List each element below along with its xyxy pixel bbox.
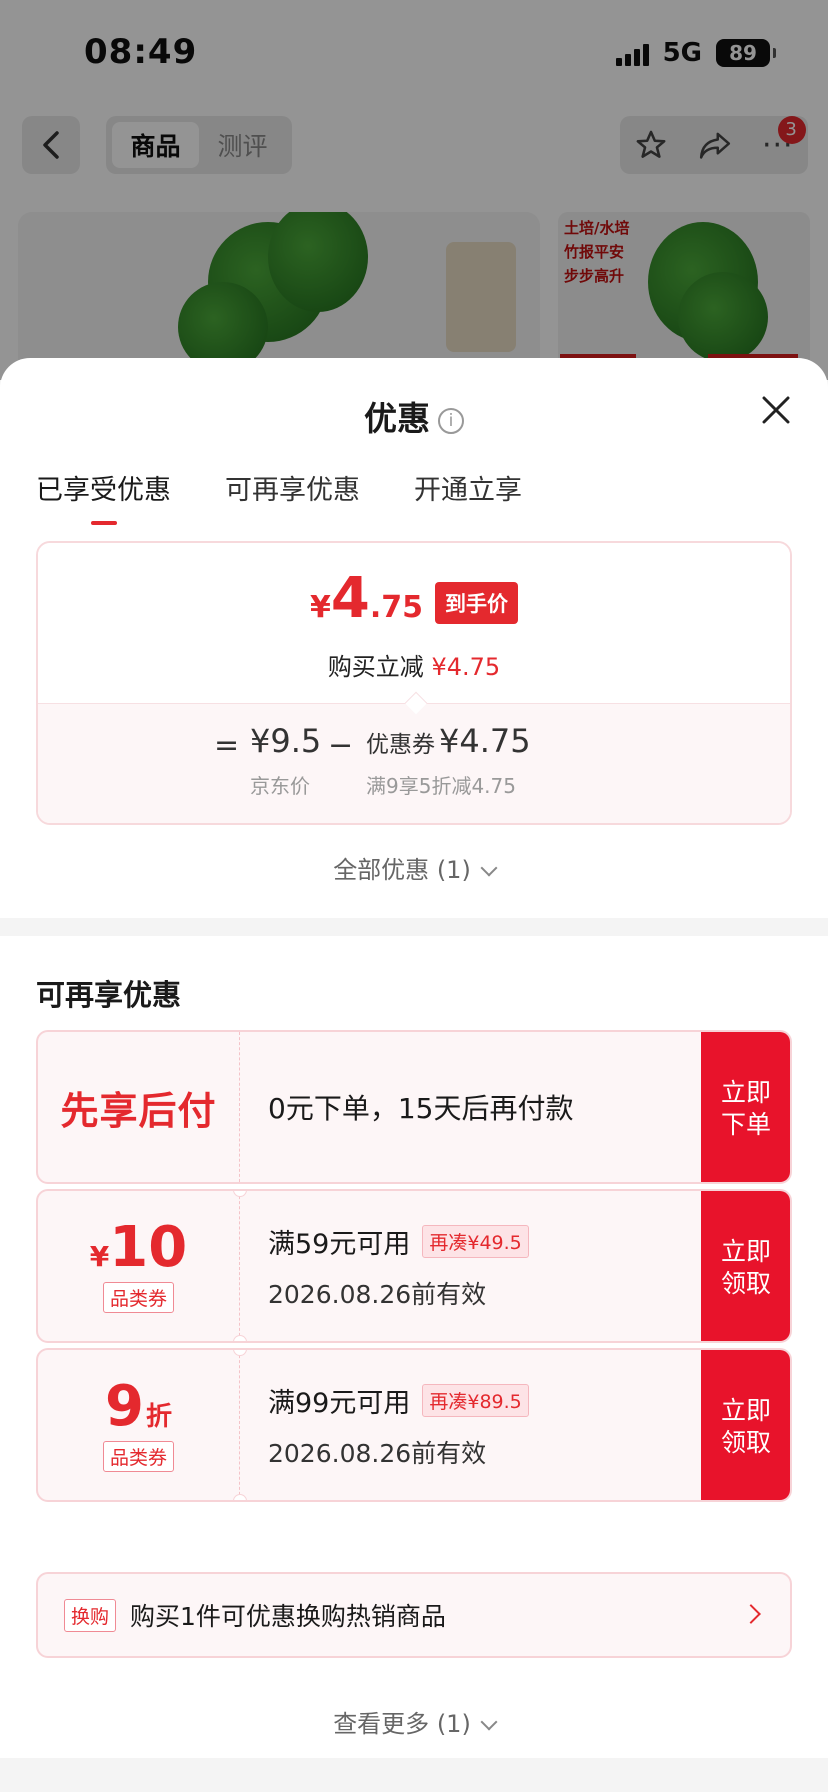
active-tab-indicator bbox=[90, 521, 117, 525]
chevron-down-icon bbox=[480, 1713, 498, 1731]
price-breakdown: = ¥9.5 京东价 − 优惠券 ¥4.75 满9享5折减4.75 bbox=[38, 703, 790, 823]
coupon-info: 满99元可用 再凑¥89.5 2026.08.26前有效 bbox=[268, 1350, 529, 1500]
price-currency: ¥ bbox=[310, 590, 331, 625]
claim-coupon-button[interactable]: 立即 领取 bbox=[701, 1191, 790, 1341]
coupon-gap-tag: 再凑¥49.5 bbox=[422, 1224, 529, 1258]
coupon-symbol: ¥ bbox=[89, 1239, 110, 1273]
coupon-value-block: ¥ 10 品类券 bbox=[38, 1191, 240, 1341]
offers-sheet: 优惠 i 已享受优惠 可再享优惠 开通立享 ¥ 4 .75 到手价 购买立减 ¥4… bbox=[0, 358, 828, 1792]
coupon-validity: 2026.08.26前有效 bbox=[268, 1279, 487, 1309]
equals-sign: = bbox=[214, 728, 240, 763]
all-offers-toggle[interactable]: 全部优惠 (1) bbox=[0, 850, 828, 885]
coupon-condition: 满59元可用 再凑¥49.5 bbox=[268, 1222, 529, 1261]
jd-price-label: 京东价 bbox=[250, 774, 310, 798]
coupon-desc: 满9享5折减4.75 bbox=[366, 774, 516, 798]
bottom-strip bbox=[0, 1758, 828, 1792]
coupon-value-block: 9 折 品类券 bbox=[38, 1350, 240, 1500]
tab-label: 开通立享 bbox=[414, 475, 522, 506]
bnpl-desc: 0元下单，15天后再付款 bbox=[268, 1092, 574, 1125]
section-divider bbox=[0, 918, 828, 936]
claim-coupon-button[interactable]: 立即 领取 bbox=[701, 1350, 790, 1500]
card-punch bbox=[233, 1191, 247, 1197]
price-decimal: .75 bbox=[369, 590, 423, 625]
button-label: 下单 bbox=[720, 1110, 771, 1139]
coupon-condition: 满99元可用 再凑¥89.5 bbox=[268, 1381, 529, 1420]
button-label: 领取 bbox=[720, 1269, 771, 1298]
coupon-condition-text: 满99元可用 bbox=[268, 1387, 411, 1419]
instant-discount-value: ¥4.75 bbox=[431, 653, 501, 681]
card-punch bbox=[233, 1350, 247, 1356]
trade-in-tag: 换购 bbox=[64, 1598, 117, 1632]
coupon-number: 9 bbox=[105, 1373, 144, 1439]
instant-discount-label: 购买立减 bbox=[327, 653, 424, 681]
trade-in-offer[interactable]: 换购 购买1件可优惠换购热销商品 bbox=[36, 1572, 792, 1658]
tab-label: 已享受优惠 bbox=[36, 475, 171, 506]
jd-price: ¥9.5 bbox=[250, 722, 322, 760]
card-punch bbox=[233, 1335, 247, 1341]
see-more-label: 查看更多 (1) bbox=[333, 1710, 471, 1738]
coupon-type: 品类券 bbox=[102, 1440, 174, 1472]
close-icon bbox=[762, 396, 790, 424]
see-more-toggle[interactable]: 查看更多 (1) bbox=[0, 1704, 828, 1739]
coupon-type: 品类券 bbox=[102, 1281, 174, 1313]
trade-in-text: 购买1件可优惠换购热销商品 bbox=[130, 1602, 446, 1631]
chevron-down-icon bbox=[480, 859, 498, 877]
coupon-condition-text: 满59元可用 bbox=[268, 1228, 411, 1260]
instant-discount: 购买立减 ¥4.75 bbox=[38, 647, 790, 682]
price-integer: 4 bbox=[330, 566, 370, 631]
sheet-title-text: 优惠 bbox=[364, 399, 430, 438]
more-offers-title: 可再享优惠 bbox=[36, 978, 182, 1012]
coupon-label: 优惠券 bbox=[366, 732, 435, 758]
tab-enjoyed-offers[interactable]: 已享受优惠 bbox=[36, 468, 171, 525]
offer-tabs: 已享受优惠 可再享优惠 开通立享 bbox=[36, 468, 522, 525]
card-punch bbox=[233, 1494, 247, 1500]
coupon-gap-tag: 再凑¥89.5 bbox=[422, 1383, 529, 1417]
final-price-area: ¥ 4 .75 到手价 购买立减 ¥4.75 bbox=[38, 543, 790, 703]
button-label: 立即 bbox=[720, 1078, 771, 1107]
info-icon[interactable]: i bbox=[438, 407, 464, 434]
coupon-card: ¥ 10 品类券 满59元可用 再凑¥49.5 2026.08.26前有效 立即… bbox=[36, 1189, 792, 1343]
tab-more-offers[interactable]: 可再享优惠 bbox=[225, 468, 360, 525]
bnpl-info: 0元下单，15天后再付款 bbox=[268, 1032, 573, 1182]
coupon-unit: 折 bbox=[145, 1401, 172, 1432]
button-label: 立即 bbox=[720, 1237, 771, 1266]
button-label: 立即 bbox=[720, 1396, 771, 1425]
coupon-value: ¥4.75 bbox=[439, 722, 531, 760]
final-price: ¥ 4 .75 到手价 bbox=[38, 571, 790, 630]
tab-label: 可再享优惠 bbox=[225, 475, 360, 506]
bnpl-card: 先享后付 0元下单，15天后再付款 立即 下单 bbox=[36, 1030, 792, 1184]
coupon-number: 10 bbox=[109, 1214, 188, 1280]
coupon-amount: 9 折 bbox=[105, 1373, 172, 1439]
tab-activate-offers[interactable]: 开通立享 bbox=[414, 468, 522, 525]
sheet-title: 优惠 i bbox=[0, 392, 828, 440]
order-now-button[interactable]: 立即 下单 bbox=[701, 1032, 790, 1182]
chevron-right-icon bbox=[741, 1604, 761, 1624]
coupon-card: 9 折 品类券 满99元可用 再凑¥89.5 2026.08.26前有效 立即 … bbox=[36, 1348, 792, 1502]
sheet-header: 优惠 i bbox=[0, 358, 828, 458]
bnpl-badge: 先享后付 bbox=[38, 1032, 240, 1182]
coupon-validity: 2026.08.26前有效 bbox=[268, 1438, 487, 1468]
price-formula: = ¥9.5 京东价 − 优惠券 ¥4.75 满9享5折减4.75 bbox=[38, 722, 790, 802]
enjoyed-offer-card: ¥ 4 .75 到手价 购买立减 ¥4.75 = ¥9.5 京东价 − 优惠券 ¥… bbox=[36, 541, 792, 825]
coupon-amount: ¥ 10 bbox=[89, 1214, 188, 1280]
close-button[interactable] bbox=[754, 388, 798, 432]
final-price-tag: 到手价 bbox=[435, 582, 518, 624]
bnpl-title: 先享后付 bbox=[60, 1088, 217, 1133]
all-offers-label: 全部优惠 (1) bbox=[333, 856, 471, 884]
coupon-info: 满59元可用 再凑¥49.5 2026.08.26前有效 bbox=[268, 1191, 529, 1341]
button-label: 领取 bbox=[720, 1428, 771, 1457]
modal-backdrop[interactable] bbox=[0, 0, 828, 380]
minus-sign: − bbox=[328, 728, 354, 763]
